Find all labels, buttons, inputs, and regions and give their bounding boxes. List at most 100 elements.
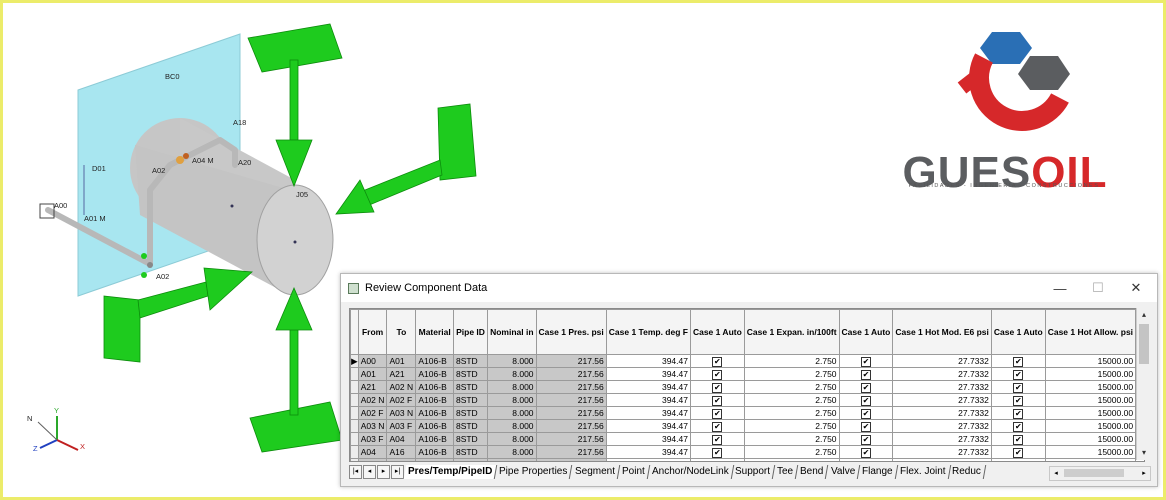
cell-to[interactable]: A16 — [386, 445, 417, 459]
row-selector[interactable] — [350, 445, 359, 459]
column-header-auto2[interactable]: Case 1 Auto — [838, 309, 894, 355]
column-header-from[interactable]: From — [357, 309, 388, 355]
cell-expan[interactable]: 2.750 — [743, 445, 840, 459]
auto-checkbox[interactable]: ✔ — [689, 367, 745, 381]
tab-tee[interactable]: Tee — [773, 465, 799, 479]
cell-to[interactable]: A02 F — [386, 393, 417, 407]
checkbox-icon[interactable]: ✔ — [860, 395, 871, 406]
cell-hotallow[interactable]: 15000.00 — [1044, 393, 1137, 407]
cell-pipe_id[interactable]: 8STD — [452, 380, 489, 394]
checkbox-icon[interactable]: ✔ — [1013, 356, 1024, 367]
cell-pipe_id[interactable]: 8STD — [452, 419, 489, 433]
prev-tab-button[interactable]: ◂ — [363, 465, 376, 479]
checkbox-icon[interactable]: ✔ — [860, 356, 871, 367]
cell-hotallow[interactable]: 15000.00 — [1044, 354, 1137, 368]
cell-expan[interactable]: 2.750 — [743, 354, 840, 368]
cell-temp[interactable]: 394.47 — [605, 393, 691, 407]
tab-point[interactable]: Point — [617, 465, 650, 479]
auto-checkbox[interactable]: ✔ — [838, 445, 894, 459]
checkbox-icon[interactable]: ✔ — [860, 408, 871, 419]
cell-hotmod[interactable]: 27.7332 — [892, 432, 992, 446]
cell-temp[interactable]: 394.47 — [605, 380, 691, 394]
cell-pres[interactable]: 217.56 — [535, 419, 607, 433]
cell-expan[interactable]: 2.750 — [743, 406, 840, 420]
cell-pipe_id[interactable]: 8STD — [452, 406, 489, 420]
cell-nominal[interactable]: 8.000 — [487, 432, 537, 446]
cell-from[interactable]: A01 — [357, 367, 388, 381]
cell-material[interactable]: A106-B — [415, 432, 454, 446]
auto-checkbox[interactable]: ✔ — [990, 458, 1046, 461]
auto-checkbox[interactable]: ✔ — [689, 354, 745, 368]
tab-pipe-properties[interactable]: Pipe Properties — [495, 465, 573, 479]
column-header-hotallow[interactable]: Case 1 Hot Allow. psi — [1044, 309, 1137, 355]
next-tab-button[interactable]: ▸ — [377, 465, 390, 479]
cell-hotmod[interactable]: 27.7332 — [892, 354, 992, 368]
auto-checkbox[interactable]: ✔ — [838, 432, 894, 446]
cell-hotmod[interactable]: 27.7332 — [892, 419, 992, 433]
auto-checkbox[interactable]: ✔ — [838, 393, 894, 407]
minimize-button[interactable]: — — [1041, 274, 1079, 302]
tab-flex-joint[interactable]: Flex. Joint — [895, 465, 951, 479]
auto-checkbox[interactable]: ✔ — [689, 445, 745, 459]
checkbox-icon[interactable]: ✔ — [712, 408, 723, 419]
checkbox-icon[interactable]: ✔ — [1013, 408, 1024, 419]
row-selector[interactable] — [350, 367, 359, 381]
cell-material[interactable]: A106-B — [415, 458, 454, 461]
cell-temp[interactable]: 394.47 — [605, 458, 691, 461]
cell-pres[interactable]: 217.56 — [535, 393, 607, 407]
checkbox-icon[interactable]: ✔ — [860, 434, 871, 445]
cell-hotmod[interactable]: 27.7332 — [892, 406, 992, 420]
auto-checkbox[interactable]: ✔ — [990, 406, 1046, 420]
row-selector[interactable] — [350, 419, 359, 433]
table-row[interactable]: ▶ A00 A01 A106-B 8STD 8.000 217.56 394.47 ✔ 2.750… — [350, 354, 1144, 368]
auto-checkbox[interactable]: ✔ — [838, 419, 894, 433]
scroll-down-button[interactable]: ▾ — [1137, 446, 1151, 460]
checkbox-icon[interactable]: ✔ — [712, 447, 723, 458]
table-row[interactable]: A03 F A04 A106-B 8STD 8.000 217.56 394.47 ✔ 2.75… — [350, 432, 1144, 446]
auto-checkbox[interactable]: ✔ — [990, 432, 1046, 446]
scroll-right-button[interactable]: ▸ — [1138, 467, 1150, 480]
cell-hotallow[interactable]: 15000.00 — [1044, 367, 1137, 381]
column-header-temp[interactable]: Case 1 Temp. deg F — [605, 309, 691, 355]
tab-reduc[interactable]: Reduc — [947, 465, 987, 479]
tab-bend[interactable]: Bend — [796, 465, 829, 479]
cell-nominal[interactable]: 8.000 — [487, 445, 537, 459]
last-tab-button[interactable]: ▸| — [391, 465, 404, 479]
cell-hotallow[interactable]: 15000.00 — [1044, 380, 1137, 394]
cell-pipe_id[interactable]: 8STD — [452, 458, 489, 461]
cell-expan[interactable]: 2.750 — [743, 458, 840, 461]
cell-from[interactable]: A03 F — [357, 432, 388, 446]
column-header-auto1[interactable]: Case 1 Auto — [689, 309, 745, 355]
cell-to[interactable]: A05 — [386, 458, 417, 461]
column-header-pipe_id[interactable]: Pipe ID — [452, 309, 489, 355]
cell-nominal[interactable]: 8.000 — [487, 354, 537, 368]
cell-temp[interactable]: 394.47 — [605, 367, 691, 381]
cell-to[interactable]: A01 — [386, 354, 417, 368]
cell-hotallow[interactable]: 15000.00 — [1044, 419, 1137, 433]
checkbox-icon[interactable]: ✔ — [712, 460, 723, 461]
cell-expan[interactable]: 2.750 — [743, 419, 840, 433]
table-row[interactable]: A04 A16 A106-B 8STD 8.000 217.56 394.47 ✔ 2.750 ✔… — [350, 445, 1144, 459]
cell-expan[interactable]: 2.750 — [743, 432, 840, 446]
cell-pipe_id[interactable]: 8STD — [452, 367, 489, 381]
cell-from[interactable]: A21 — [357, 380, 388, 394]
auto-checkbox[interactable]: ✔ — [838, 380, 894, 394]
tab-pres-temp-pipeid[interactable]: Pres/Temp/PipeID — [403, 465, 498, 479]
cell-to[interactable]: A02 N — [386, 380, 417, 394]
auto-checkbox[interactable]: ✔ — [689, 419, 745, 433]
checkbox-icon[interactable]: ✔ — [860, 382, 871, 393]
cell-expan[interactable]: 2.750 — [743, 380, 840, 394]
checkbox-icon[interactable]: ✔ — [1013, 369, 1024, 380]
auto-checkbox[interactable]: ✔ — [990, 367, 1046, 381]
tab-flange[interactable]: Flange — [857, 465, 898, 479]
checkbox-icon[interactable]: ✔ — [712, 421, 723, 432]
auto-checkbox[interactable]: ✔ — [689, 393, 745, 407]
column-header-to[interactable]: To — [386, 309, 417, 355]
cell-material[interactable]: A106-B — [415, 367, 454, 381]
cell-nominal[interactable]: 8.000 — [487, 367, 537, 381]
row-selector[interactable]: ▶ — [350, 354, 359, 368]
cell-expan[interactable]: 2.750 — [743, 367, 840, 381]
row-selector[interactable] — [350, 458, 359, 461]
cell-pres[interactable]: 217.56 — [535, 445, 607, 459]
table-row[interactable]: A01 A21 A106-B 8STD 8.000 217.56 394.47 ✔ 2.750 ✔… — [350, 367, 1144, 381]
